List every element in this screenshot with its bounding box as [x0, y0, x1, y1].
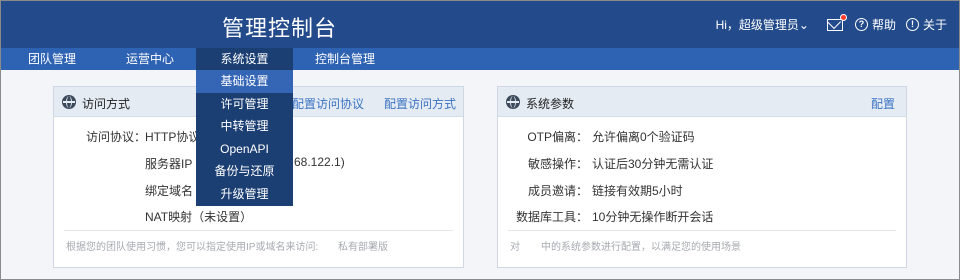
param-value: 10分钟无操作断开会话 — [592, 210, 714, 224]
info-icon: ! — [905, 18, 919, 31]
user-greeting: Hi，超级管理员 — [715, 18, 799, 32]
chevron-down-icon: ⌄ — [798, 18, 809, 32]
footer-hint-tail: 中的系统参数进行配置，以满足您的使用场景 — [541, 242, 741, 253]
menu-item-relay[interactable]: 中转管理 — [196, 115, 293, 138]
footer-hint: 根据您的团队使用习惯，您可以指定使用IP或域名来访问: — [66, 242, 319, 253]
nav-item-team[interactable]: 团队管理 — [28, 48, 76, 70]
panel-title: 系统参数 — [526, 97, 575, 111]
nav-item-console[interactable]: 控制台管理 — [315, 48, 375, 70]
protocol-value: HTTP协议, — [145, 130, 204, 144]
system-settings-menu: 基础设置 许可管理 中转管理 OpenAPI 备份与还原 升级管理 — [196, 70, 293, 206]
menu-item-upgrade[interactable]: 升级管理 — [196, 183, 293, 206]
param-value: 认证后30分钟无需认证 — [592, 157, 714, 171]
panel-header: 系统参数 配置 — [498, 87, 906, 117]
top-header: 管理控制台 Hi，超级管理员⌄ ? 帮助 ! 关于 — [1, 1, 959, 48]
help-icon: ? — [854, 18, 868, 31]
help-label: 帮助 — [871, 18, 896, 32]
nav-item-system-settings[interactable]: 系统设置 — [196, 48, 293, 70]
header-actions: Hi，超级管理员⌄ ? 帮助 ! 关于 — [716, 1, 947, 48]
footer-hint: 对 — [510, 242, 520, 253]
divider — [64, 230, 453, 231]
user-menu[interactable]: Hi，超级管理员⌄ — [716, 16, 809, 33]
menu-item-backup-restore[interactable]: 备份与还原 — [196, 160, 293, 183]
menu-item-license[interactable]: 许可管理 — [196, 93, 293, 116]
system-params-panel: 系统参数 配置 OTP偏离： 允许偏离0个验证码 敏感操作： 认证后30分钟无需… — [497, 86, 907, 268]
main-nav: 团队管理 运营中心 系统设置 控制台管理 — [1, 48, 959, 70]
param-label: 数据库工具： — [515, 210, 588, 224]
protocol-label: 访问协议： — [86, 130, 147, 144]
notification-dot — [839, 13, 847, 21]
param-value: 允许偏离0个验证码 — [592, 130, 695, 144]
help-link[interactable]: ? 帮助 — [854, 16, 896, 33]
configure-access-link[interactable]: 配置访问方式 — [384, 95, 456, 112]
about-label: 关于 — [922, 18, 947, 32]
globe-icon — [506, 95, 520, 109]
param-label: OTP偏离： — [527, 130, 588, 144]
menu-item-openapi[interactable]: OpenAPI — [196, 138, 293, 161]
server-ip-value: 68.122.1) — [294, 155, 345, 169]
config-link[interactable]: 配置 — [871, 95, 895, 112]
mail-icon[interactable] — [826, 13, 847, 31]
param-label: 敏感操作： — [527, 157, 588, 171]
app-title: 管理控制台 — [222, 16, 338, 41]
param-label: 成员邀请： — [527, 184, 588, 198]
param-value: 链接有效期5小时 — [592, 184, 683, 198]
footer-edition: 私有部署版 — [338, 242, 388, 253]
panel-title: 访问方式 — [82, 97, 131, 111]
globe-icon — [62, 95, 76, 109]
nat-mapping: NAT映射（未设置） — [145, 210, 253, 224]
divider — [508, 230, 896, 231]
nav-item-operations[interactable]: 运营中心 — [126, 48, 174, 70]
about-link[interactable]: ! 关于 — [905, 16, 947, 33]
configure-protocol-link[interactable]: 配置访问协议 — [292, 95, 364, 112]
menu-item-basic-settings[interactable]: 基础设置 — [196, 70, 293, 93]
